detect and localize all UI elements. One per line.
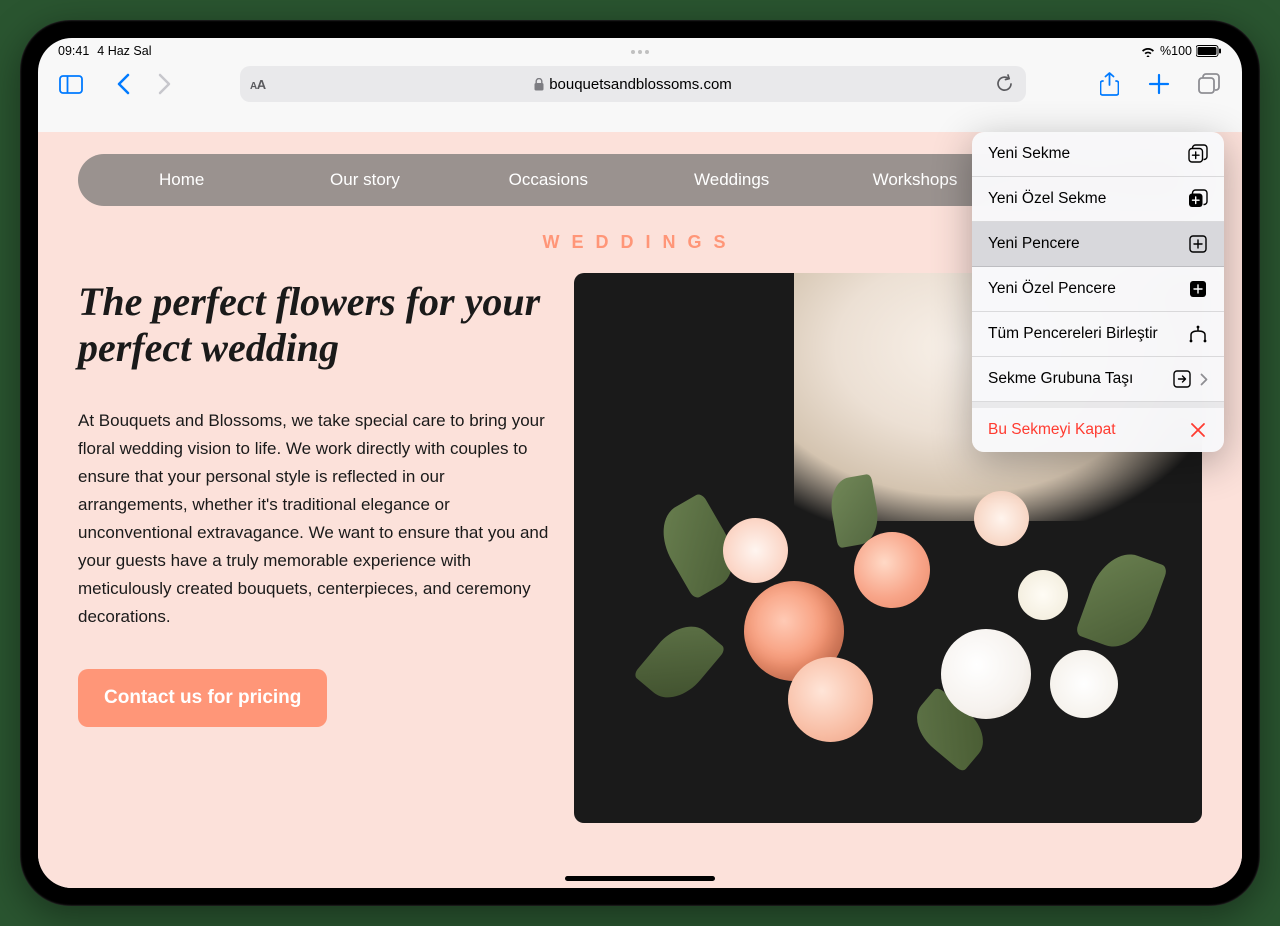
menu-merge-windows[interactable]: Tüm Pencereleri Birleştir [972,312,1224,357]
home-indicator[interactable] [565,876,715,881]
merge-icon [1188,324,1208,344]
new-tab-button[interactable] [1144,69,1174,99]
tab-context-menu: Yeni Sekme Yeni Özel Sekme Yeni Pencere … [972,132,1224,452]
menu-move-to-group[interactable]: Sekme Grubuna Taşı [972,357,1224,402]
nav-our-story[interactable]: Our story [273,154,456,206]
nav-weddings[interactable]: Weddings [640,154,823,206]
menu-new-tab[interactable]: Yeni Sekme [972,132,1224,177]
url-text: bouquetsandblossoms.com [549,76,732,93]
nav-home[interactable]: Home [90,154,273,206]
menu-new-private-tab[interactable]: Yeni Özel Sekme [972,177,1224,222]
menu-new-private-window[interactable]: Yeni Özel Pencere [972,267,1224,312]
multitask-dots[interactable] [631,50,649,54]
contact-button[interactable]: Contact us for pricing [78,669,327,727]
new-private-window-icon [1188,279,1208,299]
new-window-icon [1188,234,1208,254]
safari-toolbar: AA bouquetsandblossoms.com [38,60,1242,110]
share-button[interactable] [1094,69,1124,99]
page-body: At Bouquets and Blossoms, we take specia… [78,407,550,631]
reload-button[interactable] [996,74,1014,94]
address-bar[interactable]: AA bouquetsandblossoms.com [240,66,1026,102]
nav-occasions[interactable]: Occasions [457,154,640,206]
status-bar: 09:41 4 Haz Sal %100 [38,38,1242,60]
new-private-tab-icon [1188,189,1208,209]
sidebar-button[interactable] [56,69,86,99]
reader-aa-button[interactable]: AA [250,77,266,92]
wifi-icon [1140,45,1156,57]
status-date: 4 Haz Sal [97,44,151,58]
screen: 09:41 4 Haz Sal %100 [38,38,1242,888]
menu-close-tab[interactable]: Bu Sekmeyi Kapat [972,402,1224,452]
status-time: 09:41 [58,44,89,58]
move-to-group-icon [1172,369,1192,389]
tabs-button[interactable] [1194,69,1224,99]
lock-icon [534,78,544,91]
new-tab-icon [1188,144,1208,164]
page-headline: The perfect flowers for your perfect wed… [78,279,550,371]
forward-button [150,69,180,99]
ipad-frame: 09:41 4 Haz Sal %100 [20,20,1260,906]
menu-new-window[interactable]: Yeni Pencere [972,222,1224,267]
battery-label: %100 [1160,44,1192,58]
battery-icon [1196,45,1222,57]
close-icon [1188,420,1208,440]
chevron-right-icon [1200,373,1208,386]
back-button[interactable] [108,69,138,99]
